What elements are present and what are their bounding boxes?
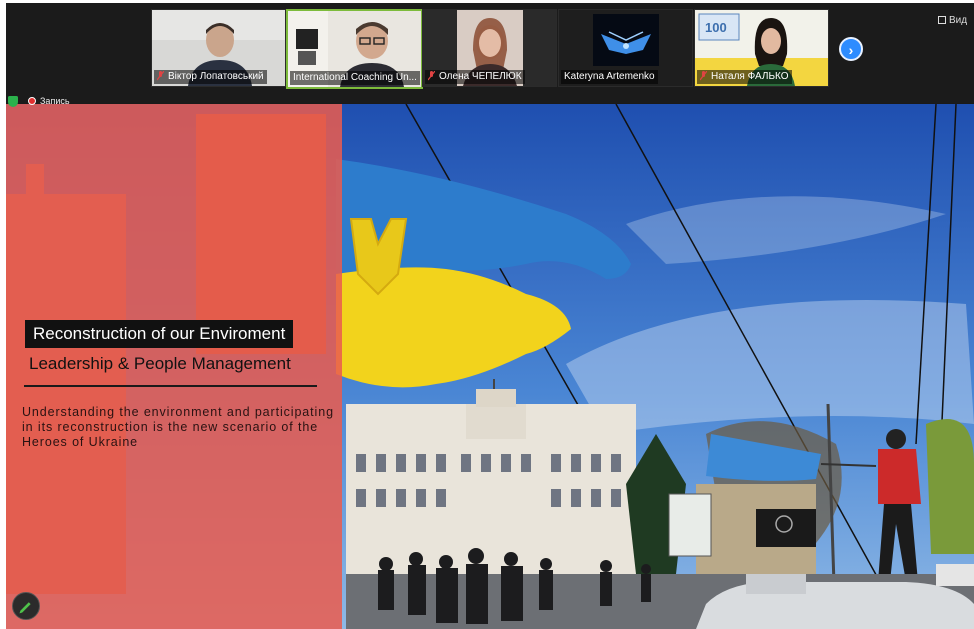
recording-indicator: Запись xyxy=(8,94,70,108)
participant-tile-5[interactable]: 100 Наталя ФАЛЬКО xyxy=(694,9,829,87)
recording-label: Запись xyxy=(40,96,70,106)
slide-body-text: Understanding the environment and partic… xyxy=(22,405,334,449)
zoom-window: Віктор Лопатовський International Coachi… xyxy=(6,3,974,629)
record-dot-icon xyxy=(28,97,36,105)
mic-muted-icon xyxy=(428,71,435,81)
participant-name-2: International Coaching Un... xyxy=(290,71,420,85)
shared-screen-slide: Reconstruction of our Enviroment Leaders… xyxy=(6,104,974,629)
participant-tile-4[interactable]: Kateryna Artemenko xyxy=(558,9,693,87)
grid-view-icon xyxy=(938,16,946,25)
view-menu-button[interactable]: Вид xyxy=(938,15,967,26)
participant-name-1: Віктор Лопатовський xyxy=(154,70,267,84)
participant-name-3: Олена ЧЕПЕЛЮК xyxy=(425,70,525,84)
slide-divider xyxy=(24,385,317,387)
participant-tile-2[interactable]: International Coaching Un... xyxy=(286,9,423,89)
svg-text:100: 100 xyxy=(705,20,727,35)
participant-strip: Віктор Лопатовський International Coachi… xyxy=(6,3,974,103)
slide-subtitle: Leadership & People Management xyxy=(29,354,291,373)
participant-name-5: Наталя ФАЛЬКО xyxy=(697,70,792,84)
chevron-right-icon: › xyxy=(848,42,854,58)
slide-title: Reconstruction of our Enviroment xyxy=(25,320,294,348)
pencil-icon xyxy=(19,602,31,614)
participant-tile-1[interactable]: Віктор Лопатовський xyxy=(151,9,286,87)
mic-muted-icon xyxy=(157,71,164,81)
annotate-button[interactable] xyxy=(12,592,40,620)
next-page-button[interactable]: › xyxy=(839,37,863,61)
security-shield-icon xyxy=(8,95,18,107)
mic-muted-icon xyxy=(700,71,707,81)
participant-tile-3[interactable]: Олена ЧЕПЕЛЮК xyxy=(422,9,557,87)
participant-name-4: Kateryna Artemenko xyxy=(561,70,658,84)
